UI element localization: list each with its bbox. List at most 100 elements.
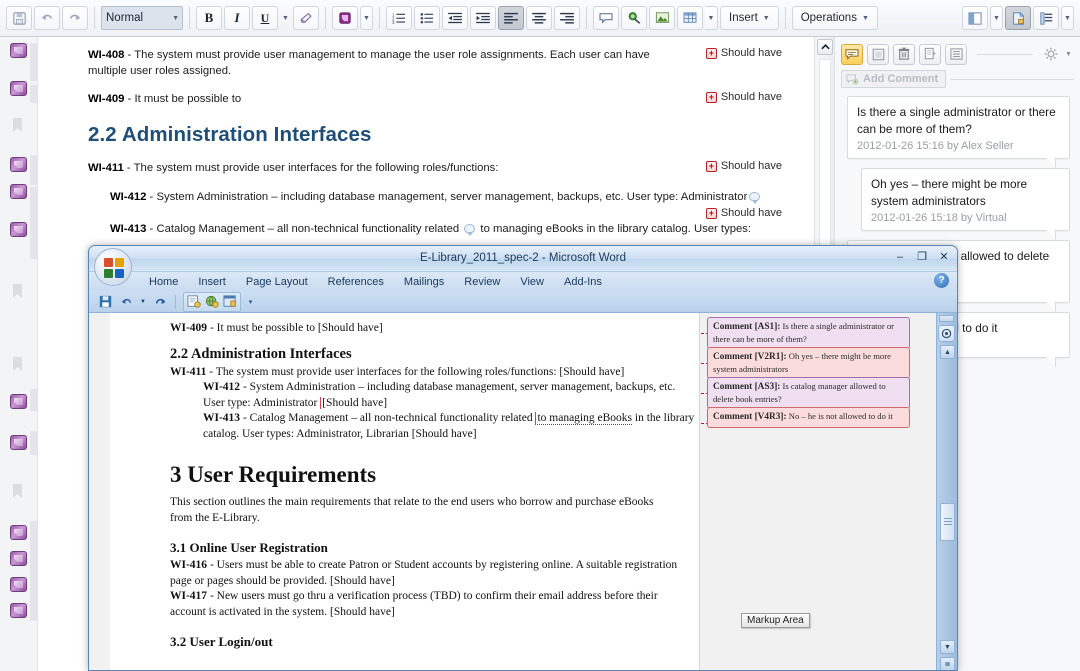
tab-mailings[interactable]: Mailings bbox=[394, 276, 454, 288]
comment-item[interactable]: Oh yes – there might be more system admi… bbox=[861, 168, 1070, 231]
increase-indent-button[interactable] bbox=[470, 6, 496, 30]
italic-button[interactable]: I bbox=[224, 6, 250, 30]
insert-image-button[interactable] bbox=[649, 6, 675, 30]
ordered-list-button[interactable]: 1 2 3 bbox=[386, 6, 412, 30]
show-comments-button[interactable] bbox=[841, 44, 863, 65]
align-center-button[interactable] bbox=[526, 6, 552, 30]
tab-insert[interactable]: Insert bbox=[188, 276, 236, 288]
align-left-button[interactable] bbox=[498, 6, 524, 30]
word-scroll-up-button[interactable]: ▲ bbox=[940, 345, 955, 359]
comments-list-button[interactable] bbox=[945, 44, 967, 65]
requirement-row[interactable]: WI-413 - Catalog Management – all non-te… bbox=[88, 221, 798, 237]
word-addin-document-button[interactable] bbox=[186, 294, 202, 310]
word-customize-qat-button[interactable]: ▾ bbox=[246, 294, 255, 310]
clear-formatting-button[interactable] bbox=[293, 6, 319, 30]
word-next-page-button[interactable]: ≣ bbox=[940, 657, 955, 671]
maximize-button[interactable]: ❐ bbox=[915, 250, 929, 263]
comment-balloon[interactable]: Comment [V2R1]: Oh yes – there might be … bbox=[707, 347, 910, 379]
snapshot-button[interactable] bbox=[867, 44, 889, 65]
insert-link-button[interactable] bbox=[621, 6, 647, 30]
tab-add-ins[interactable]: Add-Ins bbox=[554, 276, 612, 288]
delete-comment-button[interactable] bbox=[893, 44, 915, 65]
tab-review[interactable]: Review bbox=[454, 276, 510, 288]
unordered-list-button[interactable] bbox=[414, 6, 440, 30]
requirement-row[interactable]: WI-409 - It must be possible to + Should… bbox=[88, 91, 798, 107]
comments-settings-button[interactable] bbox=[1043, 44, 1059, 65]
comment-bubble-icon[interactable] bbox=[464, 224, 475, 233]
word-undo-caret[interactable]: ▼ bbox=[139, 294, 147, 310]
requirement-row[interactable]: WI-412 - System Administration – includi… bbox=[88, 189, 798, 205]
scroll-up-button[interactable] bbox=[817, 39, 833, 55]
requirement-row[interactable]: WI-411 - The system must provide user in… bbox=[88, 160, 798, 176]
copy-document-button[interactable] bbox=[919, 44, 941, 65]
gutter-comment-marker[interactable] bbox=[10, 394, 27, 409]
word-addin-globe-button[interactable] bbox=[204, 294, 220, 310]
help-button[interactable]: ? bbox=[934, 273, 949, 288]
word-save-button[interactable] bbox=[97, 294, 113, 310]
word-select-browse-object-button[interactable] bbox=[938, 325, 955, 342]
gutter-comment-marker[interactable] bbox=[10, 157, 27, 172]
gutter-bookmark-marker[interactable] bbox=[10, 118, 27, 133]
split-view-caret[interactable]: ▼ bbox=[990, 6, 1003, 30]
insert-comment-button[interactable] bbox=[593, 6, 619, 30]
gutter-bookmark-marker[interactable] bbox=[10, 357, 27, 372]
comment-bubble-icon[interactable] bbox=[749, 192, 760, 201]
tab-page-layout[interactable]: Page Layout bbox=[236, 276, 318, 288]
comment-balloon[interactable]: Comment [AS3]: Is catalog manager allowe… bbox=[707, 377, 910, 409]
gutter-bookmark-marker[interactable] bbox=[10, 484, 27, 499]
undo-button[interactable] bbox=[34, 6, 60, 30]
word-window[interactable]: E-Library_2011_spec-2 - Microsoft Word –… bbox=[88, 245, 958, 671]
word-document-body[interactable]: WI-409 - It must be possible to [Should … bbox=[89, 313, 957, 671]
underline-button[interactable]: U bbox=[252, 6, 278, 30]
gutter-comment-marker[interactable] bbox=[10, 222, 27, 237]
gutter-comment-marker[interactable] bbox=[10, 603, 27, 618]
decrease-indent-button[interactable] bbox=[442, 6, 468, 30]
highlight-color-button[interactable] bbox=[332, 6, 358, 30]
word-scroll-down-button[interactable]: ▼ bbox=[940, 640, 955, 654]
word-scrollbar[interactable]: ▲ ▼ ≣ bbox=[936, 313, 957, 671]
word-title-bar[interactable]: E-Library_2011_spec-2 - Microsoft Word –… bbox=[89, 246, 957, 272]
gutter-comment-marker[interactable] bbox=[10, 43, 27, 58]
word-undo-button[interactable] bbox=[118, 294, 134, 310]
comment-balloon[interactable]: Comment [AS1]: Is there a single adminis… bbox=[707, 317, 910, 349]
underline-style-caret[interactable]: ▼ bbox=[280, 6, 291, 30]
insert-table-button[interactable] bbox=[677, 6, 703, 30]
outline-view-caret[interactable]: ▼ bbox=[1061, 6, 1074, 30]
comment-item[interactable]: Is there a single administrator or there… bbox=[847, 96, 1070, 159]
gutter-comment-marker[interactable] bbox=[10, 81, 27, 96]
gutter-bookmark-marker[interactable] bbox=[10, 284, 27, 299]
highlight-color-caret[interactable]: ▼ bbox=[360, 6, 373, 30]
tab-view[interactable]: View bbox=[510, 276, 554, 288]
tab-references[interactable]: References bbox=[318, 276, 394, 288]
word-split-handle[interactable] bbox=[939, 315, 954, 322]
comments-settings-caret[interactable]: ▼ bbox=[1063, 44, 1074, 65]
office-orb-button[interactable] bbox=[94, 248, 132, 286]
page-view-button[interactable] bbox=[1005, 6, 1031, 30]
paragraph-style-select[interactable]: Normal ▼ bbox=[101, 6, 183, 30]
word-redo-button[interactable] bbox=[152, 294, 168, 310]
bold-button[interactable]: B bbox=[196, 6, 222, 30]
insert-menu-button[interactable]: Insert ▼ bbox=[720, 6, 779, 30]
outline-view-button[interactable] bbox=[1033, 6, 1059, 30]
split-view-button[interactable] bbox=[962, 6, 988, 30]
gutter-comment-marker[interactable] bbox=[10, 184, 27, 199]
minimize-button[interactable]: – bbox=[893, 251, 907, 263]
word-scrollbar-thumb[interactable] bbox=[940, 503, 955, 541]
gutter-comment-marker[interactable] bbox=[10, 577, 27, 592]
requirement-row[interactable]: WI-408 - The system must provide user ma… bbox=[88, 47, 798, 79]
gutter-comment-marker[interactable] bbox=[10, 435, 27, 450]
gutter-comment-marker[interactable] bbox=[10, 551, 27, 566]
tab-home[interactable]: Home bbox=[139, 276, 188, 288]
insert-table-caret[interactable]: ▼ bbox=[705, 6, 718, 30]
close-button[interactable]: ✕ bbox=[937, 250, 951, 263]
save-button[interactable] bbox=[6, 6, 32, 30]
redo-button[interactable] bbox=[62, 6, 88, 30]
comment-balloon[interactable]: Comment [V4R3]: No – he is not allowed t… bbox=[707, 407, 910, 428]
word-addin-window-button[interactable] bbox=[222, 294, 238, 310]
gutter-comment-marker[interactable] bbox=[10, 525, 27, 540]
word-page[interactable]: WI-409 - It must be possible to [Should … bbox=[110, 313, 700, 671]
add-comment-button[interactable]: Add Comment bbox=[841, 70, 946, 88]
operations-menu-button[interactable]: Operations ▼ bbox=[792, 6, 878, 30]
align-right-button[interactable] bbox=[554, 6, 580, 30]
requirement-body-2: to managing eBooks in the library catalo… bbox=[477, 223, 751, 235]
